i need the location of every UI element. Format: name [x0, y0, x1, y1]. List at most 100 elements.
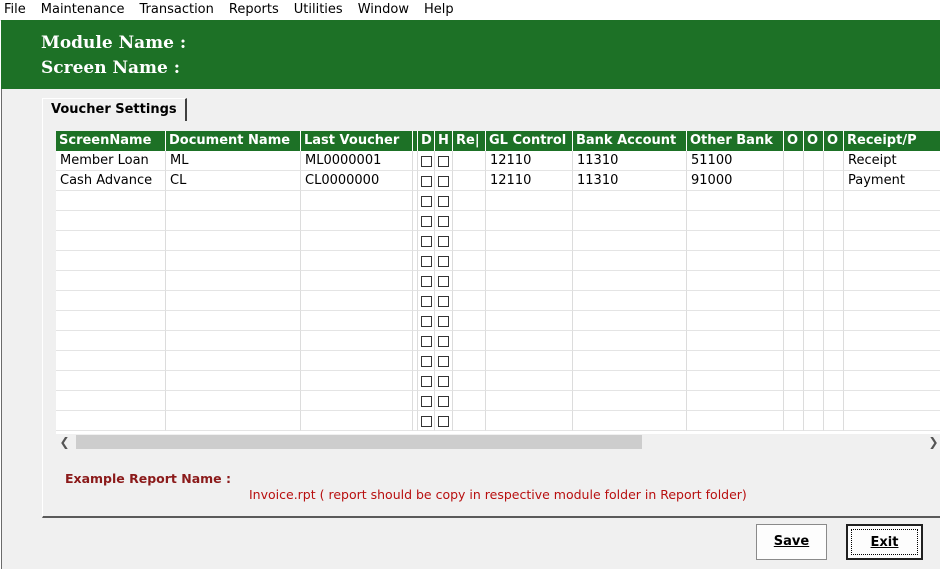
cell-re[interactable]	[453, 231, 486, 251]
checkbox-h[interactable]	[438, 276, 449, 287]
cell-receipt[interactable]	[844, 231, 940, 251]
cell-o3[interactable]	[824, 251, 844, 271]
checkbox-d[interactable]	[421, 336, 432, 347]
cell-re[interactable]	[453, 371, 486, 391]
cell-o1[interactable]	[784, 191, 804, 211]
chevron-right-icon[interactable]: ❯	[925, 434, 940, 451]
cell-other-bank[interactable]	[687, 351, 784, 371]
checkbox-h[interactable]	[438, 316, 449, 327]
menu-file[interactable]: File	[0, 0, 34, 20]
cell-document-name[interactable]	[166, 411, 301, 431]
cell-other-bank[interactable]	[687, 191, 784, 211]
cell-receipt[interactable]	[844, 211, 940, 231]
cell-document-name[interactable]	[166, 251, 301, 271]
cell-o2[interactable]	[804, 291, 824, 311]
table-row[interactable]	[56, 291, 940, 311]
cell-last-voucher[interactable]	[301, 251, 413, 271]
checkbox-h[interactable]	[438, 376, 449, 387]
cell-o2[interactable]	[804, 351, 824, 371]
table-row[interactable]	[56, 251, 940, 271]
cell-o3[interactable]	[824, 171, 844, 191]
cell-other-bank[interactable]	[687, 391, 784, 411]
cell-o3[interactable]	[824, 411, 844, 431]
cell-document-name[interactable]	[166, 271, 301, 291]
table-row[interactable]: Cash Advance CL CL0000000 12110 11310 91000 Pa…	[56, 171, 940, 191]
exit-button[interactable]: Exit	[846, 524, 923, 560]
cell-screenname[interactable]	[56, 411, 166, 431]
table-row[interactable]	[56, 271, 940, 291]
cell-document-name[interactable]: ML	[166, 151, 301, 171]
cell-re[interactable]	[453, 271, 486, 291]
cell-o1[interactable]	[784, 411, 804, 431]
cell-gl-control[interactable]: 12110	[486, 151, 573, 171]
cell-o1[interactable]	[784, 351, 804, 371]
checkbox-h[interactable]	[438, 396, 449, 407]
cell-screenname[interactable]: Cash Advance	[56, 171, 166, 191]
cell-last-voucher[interactable]	[301, 331, 413, 351]
checkbox-d[interactable]	[421, 176, 432, 187]
cell-last-voucher[interactable]: ML0000001	[301, 151, 413, 171]
cell-gl-control[interactable]	[486, 251, 573, 271]
cell-receipt[interactable]	[844, 411, 940, 431]
cell-bank-account[interactable]	[573, 271, 687, 291]
cell-screenname[interactable]	[56, 291, 166, 311]
checkbox-h[interactable]	[438, 216, 449, 227]
cell-bank-account[interactable]	[573, 351, 687, 371]
cell-o1[interactable]	[784, 151, 804, 171]
cell-o2[interactable]	[804, 371, 824, 391]
checkbox-d[interactable]	[421, 316, 432, 327]
checkbox-h[interactable]	[438, 416, 449, 427]
checkbox-d[interactable]	[421, 276, 432, 287]
cell-o1[interactable]	[784, 211, 804, 231]
table-row[interactable]	[56, 331, 940, 351]
table-row[interactable]	[56, 191, 940, 211]
menu-utilities[interactable]: Utilities	[287, 0, 351, 20]
checkbox-h[interactable]	[438, 196, 449, 207]
cell-gl-control[interactable]: 12110	[486, 171, 573, 191]
cell-receipt[interactable]	[844, 291, 940, 311]
cell-re[interactable]	[453, 171, 486, 191]
cell-screenname[interactable]	[56, 211, 166, 231]
cell-screenname[interactable]	[56, 251, 166, 271]
checkbox-h[interactable]	[438, 336, 449, 347]
menu-window[interactable]: Window	[351, 0, 417, 20]
cell-o1[interactable]	[784, 231, 804, 251]
cell-o2[interactable]	[804, 231, 824, 251]
table-row[interactable]	[56, 371, 940, 391]
cell-bank-account[interactable]	[573, 191, 687, 211]
cell-bank-account[interactable]	[573, 371, 687, 391]
cell-document-name[interactable]	[166, 291, 301, 311]
cell-o2[interactable]	[804, 211, 824, 231]
cell-screenname[interactable]	[56, 331, 166, 351]
checkbox-d[interactable]	[421, 296, 432, 307]
cell-bank-account[interactable]	[573, 251, 687, 271]
cell-re[interactable]	[453, 291, 486, 311]
cell-document-name[interactable]	[166, 311, 301, 331]
cell-bank-account[interactable]	[573, 311, 687, 331]
checkbox-h[interactable]	[438, 176, 449, 187]
cell-o3[interactable]	[824, 271, 844, 291]
cell-receipt[interactable]: Payment	[844, 171, 940, 191]
cell-o3[interactable]	[824, 211, 844, 231]
cell-last-voucher[interactable]: CL0000000	[301, 171, 413, 191]
menu-help[interactable]: Help	[417, 0, 462, 20]
cell-gl-control[interactable]	[486, 231, 573, 251]
column-header-o1[interactable]: O	[784, 131, 804, 151]
cell-re[interactable]	[453, 191, 486, 211]
checkbox-h[interactable]	[438, 296, 449, 307]
cell-other-bank[interactable]	[687, 251, 784, 271]
cell-receipt[interactable]: Receipt	[844, 151, 940, 171]
cell-receipt[interactable]	[844, 191, 940, 211]
cell-re[interactable]	[453, 151, 486, 171]
menu-reports[interactable]: Reports	[222, 0, 287, 20]
cell-gl-control[interactable]	[486, 311, 573, 331]
cell-o2[interactable]	[804, 271, 824, 291]
cell-other-bank[interactable]	[687, 411, 784, 431]
cell-last-voucher[interactable]	[301, 411, 413, 431]
column-header-other-bank[interactable]: Other Bank	[687, 131, 784, 151]
cell-o3[interactable]	[824, 191, 844, 211]
table-row[interactable]	[56, 311, 940, 331]
cell-screenname[interactable]	[56, 311, 166, 331]
menu-maintenance[interactable]: Maintenance	[34, 0, 133, 20]
cell-other-bank[interactable]	[687, 231, 784, 251]
